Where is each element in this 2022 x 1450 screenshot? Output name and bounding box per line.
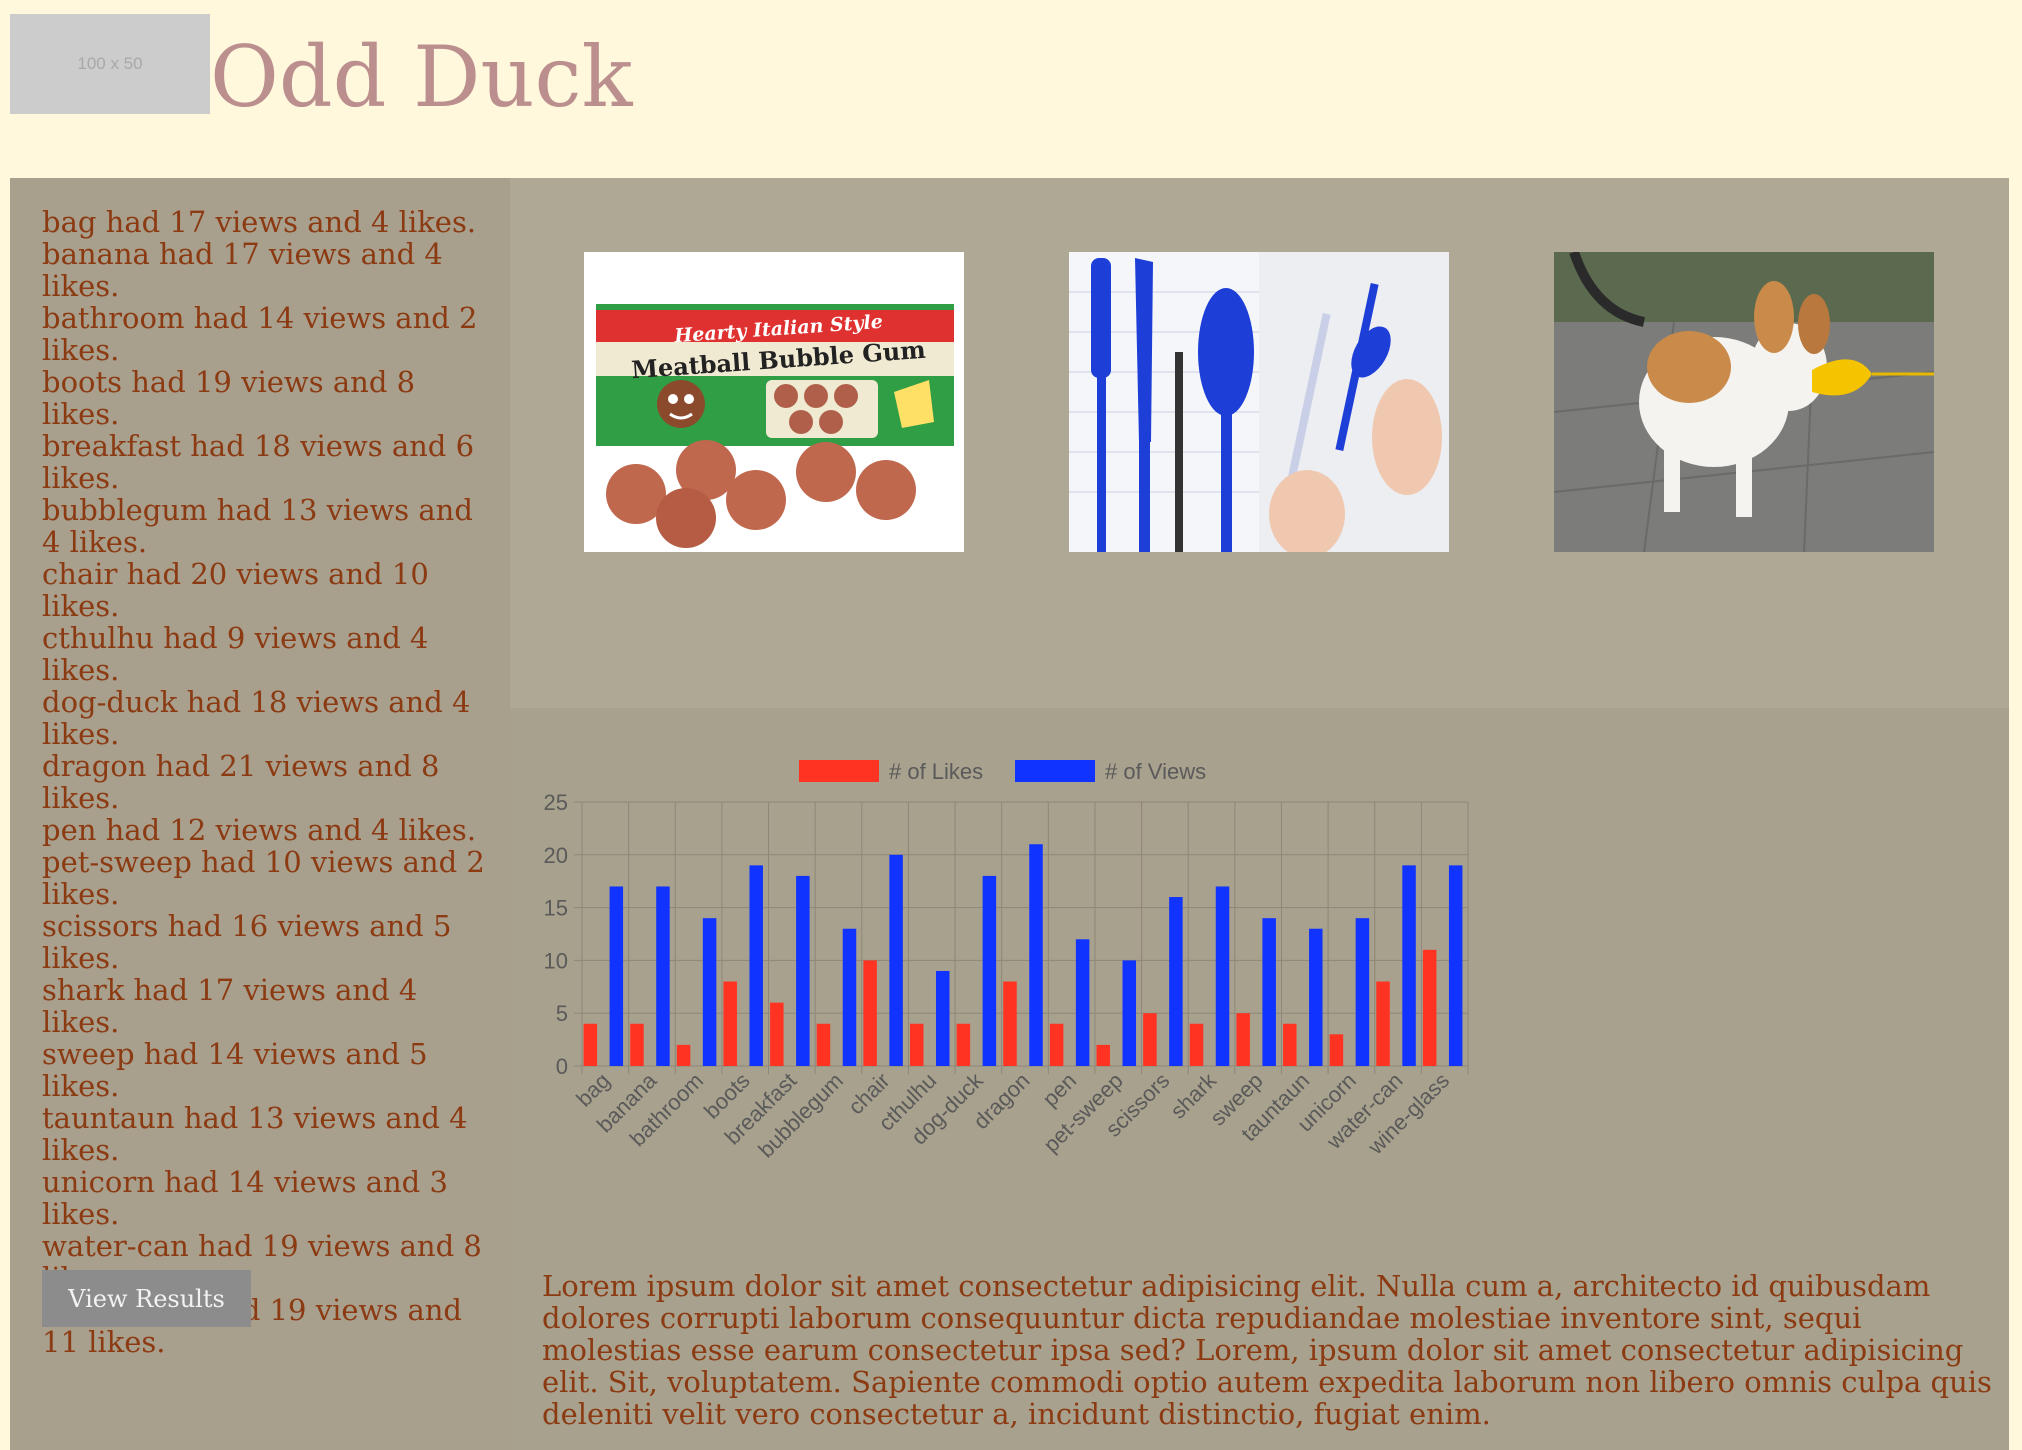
bar-views-shark	[1215, 886, 1230, 1066]
bar-views-bubblegum	[842, 928, 857, 1066]
result-item-banana: banana had 17 views and 4 likes.	[42, 237, 443, 303]
bar-likes-boots	[723, 981, 737, 1066]
results-sidebar: bag had 17 views and 4 likes. banana had…	[10, 178, 510, 1450]
bar-likes-bag	[583, 1023, 598, 1066]
bar-views-bag	[609, 886, 624, 1066]
result-item-pet-sweep: pet-sweep had 10 views and 2 likes.	[42, 845, 485, 911]
bar-views-wine-glass	[1448, 865, 1463, 1066]
result-item-boots: boots had 19 views and 8 likes.	[42, 365, 416, 431]
bar-views-tauntaun	[1309, 928, 1323, 1066]
bar-views-chair	[889, 854, 903, 1066]
bar-likes-water-can	[1376, 981, 1390, 1066]
view-results-button[interactable]: View Results	[42, 1270, 251, 1327]
bar-likes-dog-duck	[956, 1023, 971, 1066]
results-chart: 0 5 10 15 20 25 bag banana bathroom boots breakfas…	[510, 708, 2009, 1268]
bar-likes-tauntaun	[1283, 1023, 1297, 1066]
bar-likes-shark	[1189, 1023, 1204, 1066]
logo-placeholder: 100 x 50	[10, 14, 210, 114]
legend-swatch	[1015, 760, 1095, 782]
bar-views-cthulhu	[935, 970, 950, 1066]
bar-likes-dragon	[1003, 981, 1017, 1066]
legend-label: # of Views	[1105, 759, 1206, 784]
result-item-bag: bag had 17 views and 4 likes.	[42, 205, 477, 239]
bar-likes-banana	[630, 1023, 644, 1066]
bar-views-sweep	[1262, 918, 1276, 1066]
bar-views-banana	[656, 886, 670, 1066]
bar-likes-chair	[863, 960, 877, 1066]
y-tick-label: 0	[556, 1054, 568, 1079]
y-tick-label: 25	[544, 790, 568, 815]
voting-area: Hearty Italian Style Meatball Bubble Gum	[510, 178, 2009, 708]
bar-likes-sweep	[1236, 1013, 1250, 1066]
result-item-dragon: dragon had 21 views and 8 likes.	[42, 749, 440, 815]
result-item-unicorn: unicorn had 14 views and 3 likes.	[42, 1165, 448, 1231]
result-item-tauntaun: tauntaun had 13 views and 4 likes.	[42, 1101, 468, 1167]
result-item-breakfast: breakfast had 18 views and 6 likes.	[42, 429, 475, 495]
bar-views-unicorn	[1355, 918, 1370, 1066]
y-tick-label: 15	[544, 896, 568, 921]
bar-views-breakfast	[796, 875, 810, 1066]
bar-likes-pen	[1049, 1023, 1064, 1066]
result-item-shark: shark had 17 views and 4 likes.	[42, 973, 418, 1039]
bar-views-bathroom	[702, 918, 717, 1066]
bar-views-boots	[749, 865, 763, 1066]
result-item-bathroom: bathroom had 14 views and 2 likes.	[42, 301, 478, 367]
bar-likes-bathroom	[676, 1044, 691, 1066]
bar-likes-unicorn	[1329, 1034, 1344, 1066]
bar-likes-cthulhu	[909, 1023, 924, 1066]
result-item-bubblegum: bubblegum had 13 views and 4 likes.	[42, 493, 473, 559]
bar-views-dragon	[1029, 844, 1043, 1066]
y-tick-label: 20	[544, 843, 568, 868]
bar-views-scissors	[1169, 897, 1183, 1066]
bar-likes-pet-sweep	[1096, 1044, 1111, 1066]
result-item-dog-duck: dog-duck had 18 views and 4 likes.	[42, 685, 471, 751]
bar-chart: 0510152025bagbananabathroombootsbreakfas…	[544, 759, 1469, 1163]
page-header: 100 x 50 Odd Duck	[0, 0, 2022, 178]
result-item-sweep: sweep had 14 views and 5 likes.	[42, 1037, 428, 1103]
results-list: bag had 17 views and 4 likes. banana had…	[42, 206, 490, 1358]
bar-views-pet-sweep	[1122, 960, 1137, 1066]
lorem-paragraph: Lorem ipsum dolor sit amet consectetur a…	[542, 1269, 1992, 1431]
y-tick-label: 10	[544, 948, 568, 973]
main-content: bag had 17 views and 4 likes. banana had…	[10, 178, 2009, 1450]
bar-views-dog-duck	[982, 875, 997, 1066]
y-tick-label: 5	[556, 1001, 568, 1026]
product-image-dog-duck[interactable]	[1554, 252, 1934, 552]
bar-likes-bubblegum	[816, 1023, 831, 1066]
product-image-bubblegum[interactable]: Hearty Italian Style Meatball Bubble Gum	[584, 252, 964, 552]
product-image-pen[interactable]	[1069, 252, 1449, 552]
result-item-scissors: scissors had 16 views and 5 likes.	[42, 909, 452, 975]
bar-likes-wine-glass	[1422, 949, 1437, 1066]
result-item-chair: chair had 20 views and 10 likes.	[42, 557, 429, 623]
bar-views-water-can	[1402, 865, 1416, 1066]
bar-views-pen	[1075, 939, 1090, 1066]
result-item-pen: pen had 12 views and 4 likes.	[42, 813, 477, 847]
legend-swatch	[799, 760, 879, 782]
page-title: Odd Duck	[210, 28, 633, 126]
bar-likes-breakfast	[770, 1002, 784, 1066]
bar-likes-scissors	[1143, 1013, 1157, 1066]
legend-label: # of Likes	[889, 759, 983, 784]
result-item-cthulhu: cthulhu had 9 views and 4 likes.	[42, 621, 429, 687]
